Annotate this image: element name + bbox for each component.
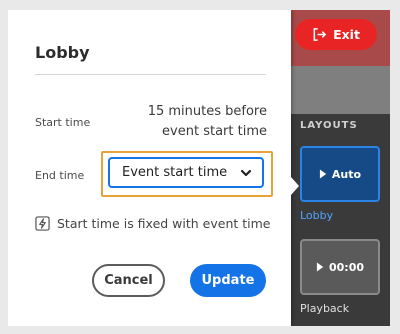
note-text: Start time is fixed with event time (57, 216, 271, 231)
end-time-select[interactable]: Event start time (108, 157, 264, 188)
play-icon (316, 262, 324, 272)
play-icon (319, 169, 327, 179)
end-time-label: End time (35, 169, 85, 182)
dialog-title: Lobby (35, 43, 90, 62)
divider (35, 74, 266, 75)
dialog-pointer (291, 177, 299, 195)
layout-tile-playback[interactable]: 00:00 (300, 239, 380, 295)
layout-label-playback: Playback (300, 302, 350, 315)
start-time-value: 15 minutes before event start time (147, 104, 267, 139)
lobby-settings-dialog: Lobby Start time 15 minutes before event… (8, 10, 291, 326)
stage-preview (291, 66, 390, 114)
tile-auto-text: Auto (331, 167, 362, 181)
fixed-time-note: Start time is fixed with event time (35, 216, 270, 231)
cancel-button[interactable]: Cancel (92, 264, 165, 297)
app-frame: Exit LAYOUTS Auto Lobby 00:00 Playback L… (8, 10, 390, 326)
exit-icon (313, 28, 327, 41)
layout-label-lobby: Lobby (300, 209, 334, 222)
exit-label: Exit (333, 27, 360, 42)
chevron-down-icon (240, 169, 252, 177)
lightning-icon (35, 216, 50, 231)
layout-tile-auto[interactable]: Auto (300, 146, 380, 202)
update-button[interactable]: Update (190, 264, 266, 297)
tile-playback-text: 00:00 (328, 260, 364, 274)
exit-button[interactable]: Exit (295, 19, 377, 50)
end-time-select-value: Event start time (122, 165, 228, 180)
start-time-label: Start time (35, 116, 91, 129)
layouts-heading: LAYOUTS (300, 120, 358, 131)
